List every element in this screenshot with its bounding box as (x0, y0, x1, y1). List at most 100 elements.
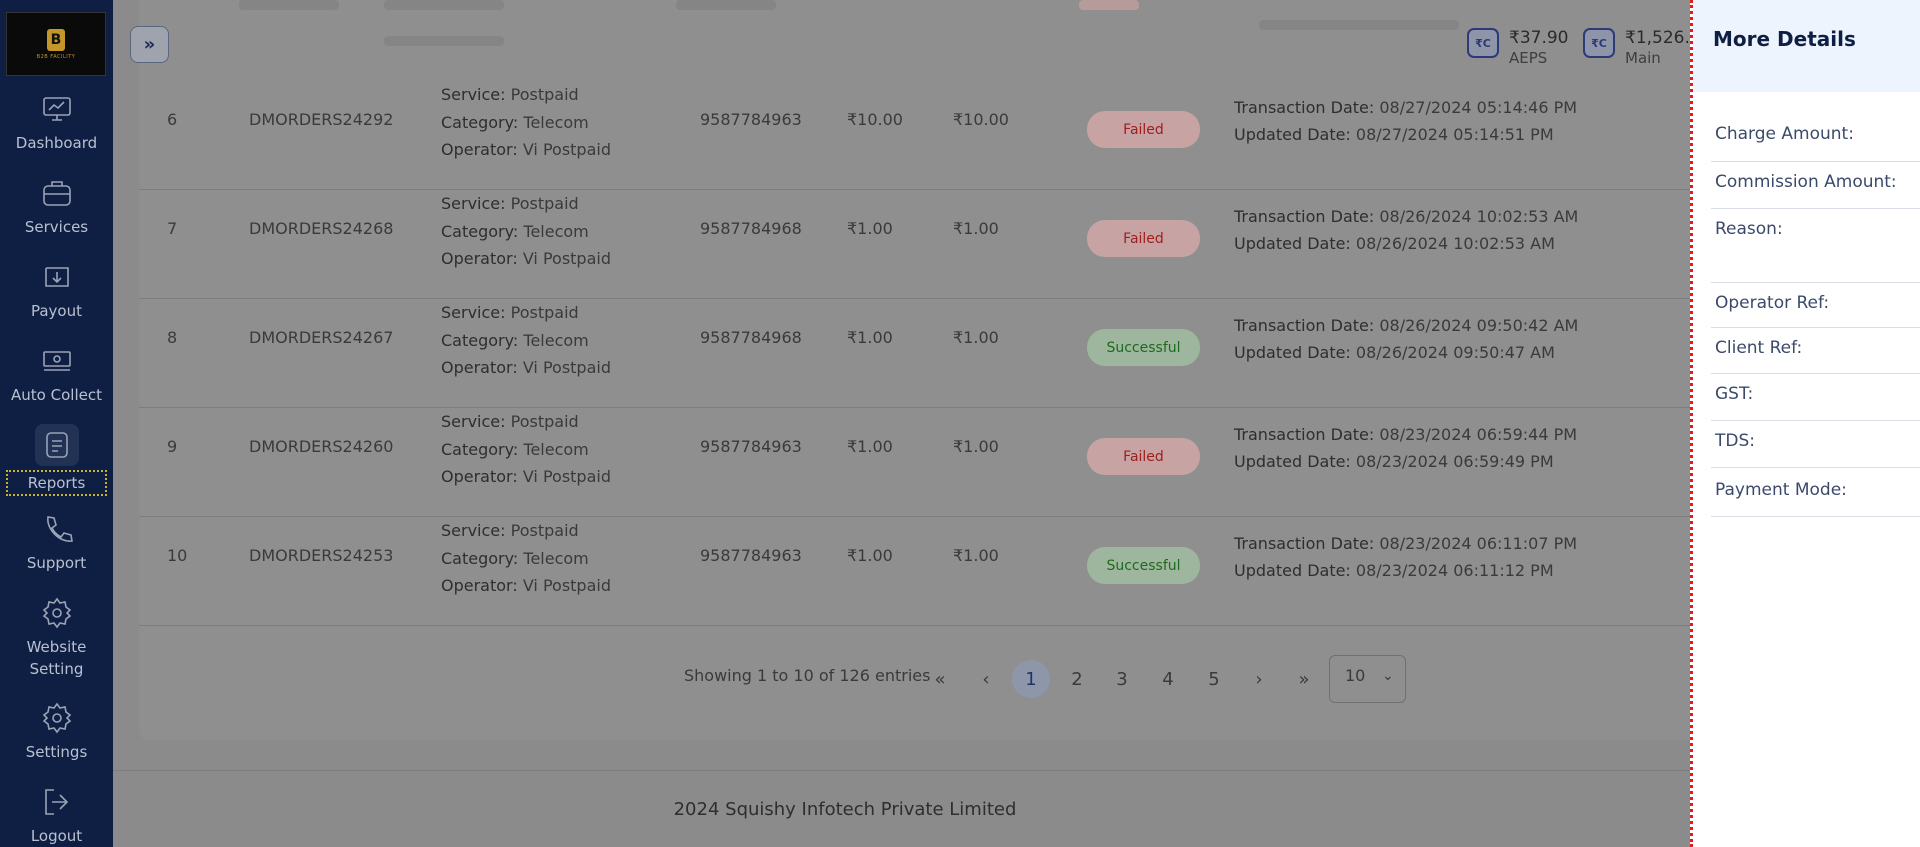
operator-value: Vi Postpaid (522, 249, 611, 268)
category-label: Category: (441, 112, 519, 132)
order-id: DMORDERS24292 (249, 110, 394, 129)
sidebar-item-auto-collect[interactable]: Auto Collect (0, 344, 113, 406)
footer-text: 2024 Squishy Infotech Private Limited (673, 799, 1017, 820)
page-3-button[interactable]: 3 (1103, 660, 1141, 698)
sidebar-item-label: Logout (30, 827, 83, 845)
sidebar-item-settings[interactable]: Settings (0, 701, 113, 763)
wallet-main[interactable]: ₹C ₹1,526.9 Main (1583, 28, 1701, 68)
more-details-panel: More Details Charge Amount: Commission A… (1690, 0, 1920, 847)
page-5-button[interactable]: 5 (1195, 660, 1233, 698)
table-row[interactable]: 7 DMORDERS24268 Service: Postpaid Catego… (139, 190, 1727, 299)
table-row[interactable]: 6 DMORDERS24292 Service: Postpaid Catego… (139, 81, 1727, 190)
detail-row-operator-ref: Operator Ref: (1711, 283, 1920, 328)
row-number: 6 (167, 110, 178, 129)
wallet-label: AEPS (1509, 49, 1548, 67)
service-details: Service: Postpaid Category: Telecom Oper… (441, 81, 611, 164)
detail-label: GST: (1715, 384, 1754, 404)
category-label: Category: (441, 330, 519, 350)
status-badge: Failed (1087, 220, 1200, 257)
txn-date-value: 08/23/2024 06:11:07 PM (1379, 534, 1578, 553)
date-details: Transaction Date: 08/26/2024 10:02:53 AM… (1234, 203, 1578, 257)
pagination-info: Showing 1 to 10 of 126 entries (684, 666, 931, 685)
upd-date-value: 08/26/2024 10:02:53 AM (1355, 234, 1555, 253)
sidebar-toggle-button[interactable]: » (130, 26, 169, 63)
upd-date-label: Updated Date: (1234, 234, 1351, 253)
date-details: Transaction Date: 08/23/2024 06:11:07 PM… (1234, 530, 1577, 584)
service-details: Service: Postpaid Category: Telecom Oper… (441, 299, 611, 382)
upd-date-label: Updated Date: (1234, 452, 1351, 471)
table-header-ghost (384, 36, 504, 46)
sidebar-item-payout[interactable]: Payout (0, 260, 113, 322)
detail-row-gst: GST: (1711, 374, 1920, 421)
transactions-card: 6 DMORDERS24292 Service: Postpaid Catego… (139, 0, 1727, 740)
upd-date-label: Updated Date: (1234, 343, 1351, 362)
status-badge: Successful (1087, 329, 1200, 366)
service-value: Postpaid (510, 412, 579, 431)
detail-label: Operator Ref: (1715, 293, 1830, 313)
sidebar-item-label: Services (24, 218, 89, 236)
wallet-aeps[interactable]: ₹C ₹37.90 AEPS (1467, 28, 1568, 68)
category-value: Telecom (523, 330, 589, 350)
sidebar-item-dashboard[interactable]: Dashboard (0, 92, 113, 154)
category-value: Telecom (523, 439, 589, 459)
page-size-select[interactable]: 10 ⌄ (1329, 655, 1406, 703)
amount: ₹1.00 (847, 328, 893, 347)
footer: 2024 Squishy Infotech Private Limited (113, 770, 1690, 847)
cash-icon (42, 351, 71, 371)
panel-header: More Details (1693, 0, 1920, 92)
logo-text: B2B FACILITY (36, 53, 76, 60)
amount: ₹1.00 (847, 219, 893, 238)
wallet-amount: ₹37.90 (1509, 28, 1569, 48)
operator-label: Operator: (441, 249, 518, 268)
detail-row-charge-amount: Charge Amount: (1711, 116, 1920, 162)
row-number: 10 (167, 546, 188, 565)
sidebar-item-reports[interactable]: Reports (0, 424, 113, 496)
upd-date-label: Updated Date: (1234, 125, 1351, 144)
category-value: Telecom (523, 548, 589, 568)
net-amount: ₹1.00 (953, 437, 999, 456)
order-id: DMORDERS24260 (249, 437, 394, 456)
table-header-ghost (1079, 0, 1139, 10)
brand-logo[interactable]: B B2B FACILITY (6, 12, 106, 76)
table-header-ghost (676, 0, 776, 10)
sidebar-item-support[interactable]: Support (0, 512, 113, 574)
sidebar-item-label: Payout (30, 302, 82, 320)
status-badge: Failed (1087, 438, 1200, 475)
table-row[interactable]: 10 DMORDERS24253 Service: Postpaid Categ… (139, 517, 1727, 626)
txn-date-label: Transaction Date: (1234, 534, 1375, 553)
first-page-button[interactable]: « (921, 660, 959, 698)
prev-page-button[interactable]: ‹ (967, 660, 1005, 698)
row-number: 7 (167, 219, 178, 238)
sidebar-item-label: Website Setting (26, 638, 87, 678)
service-details: Service: Postpaid Category: Telecom Oper… (441, 517, 611, 600)
upd-date-value: 08/26/2024 09:50:47 AM (1355, 343, 1555, 362)
net-amount: ₹1.00 (953, 328, 999, 347)
order-id: DMORDERS24267 (249, 328, 394, 347)
page-2-button[interactable]: 2 (1058, 660, 1096, 698)
operator-value: Vi Postpaid (522, 467, 611, 486)
chevron-down-icon: ⌄ (1382, 668, 1394, 684)
table-row[interactable]: 9 DMORDERS24260 Service: Postpaid Catego… (139, 408, 1727, 517)
service-details: Service: Postpaid Category: Telecom Oper… (441, 408, 611, 491)
mobile-number: 9587784963 (700, 546, 802, 565)
last-page-button[interactable]: » (1285, 660, 1323, 698)
service-value: Postpaid (510, 85, 579, 104)
detail-row-payment-mode: Payment Mode: (1711, 468, 1920, 517)
net-amount: ₹10.00 (953, 110, 1009, 129)
mobile-number: 9587784968 (700, 219, 802, 238)
gear-icon (42, 702, 71, 734)
row-number: 9 (167, 437, 178, 456)
category-label: Category: (441, 548, 519, 568)
operator-value: Vi Postpaid (522, 140, 611, 159)
table-header-ghost (384, 0, 504, 10)
upd-date-value: 08/27/2024 05:14:51 PM (1355, 125, 1554, 144)
sidebar-item-website-setting[interactable]: Website Setting (0, 596, 113, 680)
service-label: Service: (441, 412, 506, 431)
operator-value: Vi Postpaid (522, 576, 611, 595)
next-page-button[interactable]: › (1240, 660, 1278, 698)
page-4-button[interactable]: 4 (1149, 660, 1187, 698)
detail-row-client-ref: Client Ref: (1711, 328, 1920, 374)
sidebar-item-services[interactable]: Services (0, 176, 113, 238)
table-row[interactable]: 8 DMORDERS24267 Service: Postpaid Catego… (139, 299, 1727, 408)
page-1-button[interactable]: 1 (1012, 660, 1050, 698)
